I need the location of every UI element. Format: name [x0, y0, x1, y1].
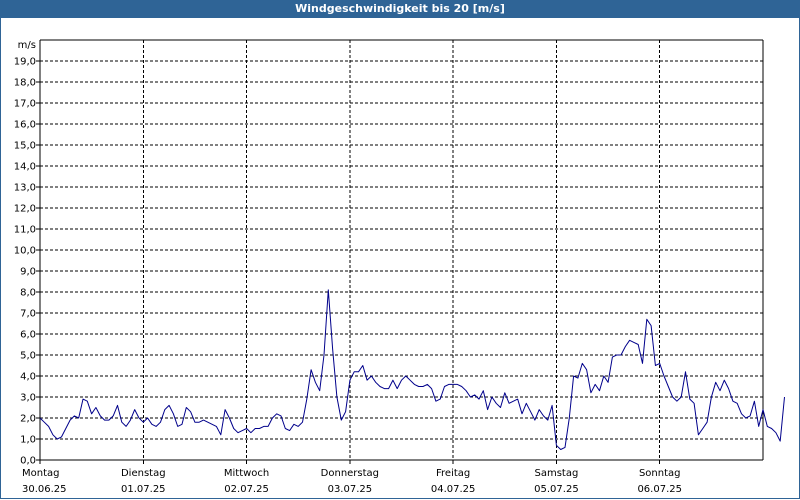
y-tick-label: 16,0	[14, 120, 36, 131]
y-tick-label: 11,0	[14, 225, 36, 236]
x-day-label: Donnerstag	[321, 468, 379, 479]
y-tick-label: 7,0	[20, 309, 36, 320]
y-tick-label: 18,0	[14, 78, 36, 89]
x-date-label: 06.07.25	[637, 484, 682, 495]
y-tick-label: 8,0	[20, 288, 36, 299]
x-day-label: Sonntag	[639, 468, 681, 479]
x-date-label: 01.07.25	[121, 484, 166, 495]
y-tick-label: 0,0	[20, 456, 36, 467]
y-tick-label: 17,0	[14, 99, 36, 110]
x-date-label: 05.07.25	[534, 484, 579, 495]
y-tick-label: 2,0	[20, 414, 36, 425]
y-tick-label: 1,0	[20, 435, 36, 446]
y-unit-label: m/s	[18, 40, 36, 51]
y-tick-label: 19,0	[14, 57, 36, 68]
y-tick-label: 5,0	[20, 351, 36, 362]
y-tick-label: 14,0	[14, 162, 36, 173]
y-tick-label: 13,0	[14, 183, 36, 194]
x-date-label: 03.07.25	[328, 484, 373, 495]
x-day-label: Montag	[22, 468, 59, 479]
y-tick-label: 3,0	[20, 393, 36, 404]
y-tick-label: 15,0	[14, 141, 36, 152]
x-date-label: 30.06.25	[22, 484, 67, 495]
y-tick-label: 9,0	[20, 267, 36, 278]
x-day-label: Freitag	[436, 468, 470, 479]
x-day-label: Mittwoch	[224, 468, 269, 479]
wind-speed-chart: 0,0 1,0 2,0 3,0 4,0 5,0 6,0 7,0 8,0 9,0 10,0 11,0 12…	[14, 39, 785, 495]
y-tick-label: 6,0	[20, 330, 36, 341]
x-date-label: 02.07.25	[224, 484, 269, 495]
y-tick-label: 4,0	[20, 372, 36, 383]
wind-speed-line	[39, 289, 785, 450]
x-day-label: Samstag	[535, 468, 579, 479]
y-tick-label: 12,0	[14, 204, 36, 215]
y-tick-label: 10,0	[14, 246, 36, 257]
x-date-label: 04.07.25	[431, 484, 476, 495]
x-day-label: Dienstag	[121, 468, 166, 479]
